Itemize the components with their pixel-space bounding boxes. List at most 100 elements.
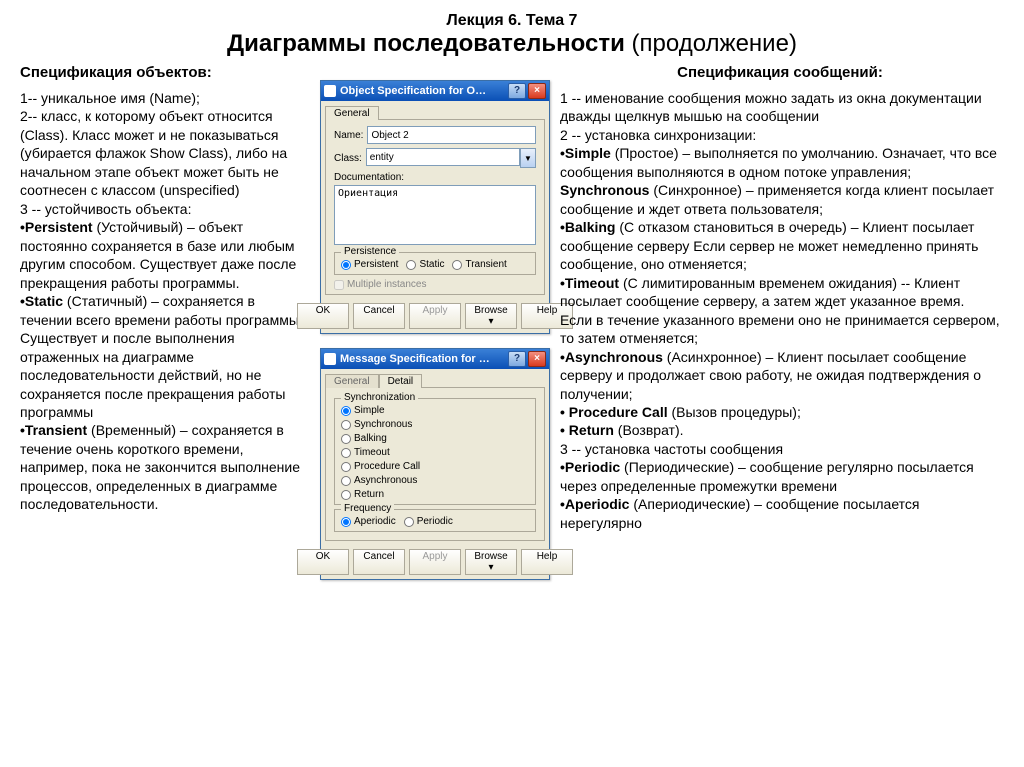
radio-balking[interactable]: Balking <box>341 433 529 444</box>
timeout-text: (С лимитированным временем ожидания) -- … <box>560 275 1000 346</box>
radio-periodic-label: Periodic <box>417 516 453 527</box>
static-item: •Static (Статичный) – сохраняется в тече… <box>20 292 310 421</box>
radio-procedure-call[interactable]: Procedure Call <box>341 461 529 472</box>
radio-simple[interactable]: Simple <box>341 405 529 416</box>
procedure-call-text: (Вызов процедуры); <box>668 404 801 420</box>
persistent-item: •Persistent (Устойчивый) – объект постоя… <box>20 218 310 292</box>
multiple-instances-check[interactable]: Multiple instances <box>334 279 536 290</box>
dropdown-icon[interactable]: ▼ <box>520 148 536 168</box>
right-column: Спецификация сообщений: 1 -- именование … <box>560 64 1000 532</box>
periodic-text: (Периодические) – сообщение регулярно по… <box>560 459 974 493</box>
return-text: (Возврат). <box>614 422 684 438</box>
title-main: Диаграммы последовательности <box>227 30 625 57</box>
class-field[interactable] <box>366 148 520 166</box>
msg-point-2: 2 -- установка синхронизации: <box>560 126 1000 144</box>
class-label: Class: <box>334 153 362 164</box>
synchronous-item: Synchronous (Синхронное) – применяется к… <box>560 181 1000 218</box>
radio-aperiodic[interactable]: Aperiodic <box>341 516 396 527</box>
frequency-legend: Frequency <box>341 503 394 514</box>
radio-procedure-call-label: Procedure Call <box>354 461 420 472</box>
periodic-item: •Periodic (Периодические) – сообщение ре… <box>560 458 1000 495</box>
radio-asynchronous[interactable]: Asynchronous <box>341 475 529 486</box>
obj-point-2: 2-- класс, к которому объект относится (… <box>20 107 310 199</box>
simple-item: •Simple (Простое) – выполняется по умолч… <box>560 144 1000 181</box>
radio-timeout-label: Timeout <box>354 447 390 458</box>
app-icon <box>324 353 336 365</box>
radio-balking-label: Balking <box>354 433 387 444</box>
obj-point-3: 3 -- устойчивость объекта: <box>20 200 310 218</box>
msg-point-3: 3 -- установка частоты сообщения <box>560 440 1000 458</box>
titlebar: Message Specification for … ? × <box>321 349 549 369</box>
obj-point-1: 1-- уникальное имя (Name); <box>20 89 310 107</box>
static-label: •Static <box>20 293 63 309</box>
balking-text: (С отказом становиться в очередь) – Клие… <box>560 219 978 272</box>
radio-transient[interactable]: Transient <box>452 259 506 270</box>
help-icon[interactable]: ? <box>508 351 526 367</box>
timeout-item: •Timeout (С лимитированным временем ожид… <box>560 274 1000 348</box>
transient-label: •Transient <box>20 422 87 438</box>
message-spec-window: Message Specification for … ? × General … <box>320 348 550 580</box>
radio-transient-label: Transient <box>465 259 506 270</box>
procedure-call-label: • Procedure Call <box>560 404 668 420</box>
apply-button[interactable]: Apply <box>409 303 461 329</box>
synchronous-label: Synchronous <box>560 182 649 198</box>
messages-spec-body: 1 -- именование сообщения можно задать и… <box>560 89 1000 532</box>
objects-spec-heading: Спецификация объектов: <box>20 64 310 81</box>
ok-button[interactable]: OK <box>297 549 349 575</box>
object-spec-window: Object Specification for O… ? × General … <box>320 80 550 334</box>
radio-aperiodic-label: Aperiodic <box>354 516 396 527</box>
asynchronous-item: •Asynchronous (Асинхронное) – Клиент пос… <box>560 348 1000 403</box>
messages-spec-heading: Спецификация сообщений: <box>560 64 1000 81</box>
persistent-label: •Persistent <box>20 219 93 235</box>
tab-detail[interactable]: Detail <box>379 374 423 388</box>
page-header: Лекция 6. Тема 7 Диаграммы последователь… <box>20 12 1004 58</box>
periodic-label: •Periodic <box>560 459 620 475</box>
close-icon[interactable]: × <box>528 83 546 99</box>
static-text: (Статичный) – сохраняется в течении всег… <box>20 293 303 420</box>
radio-static-label: Static <box>419 259 444 270</box>
return-label: • Return <box>560 422 614 438</box>
close-icon[interactable]: × <box>528 351 546 367</box>
name-field[interactable] <box>367 126 536 144</box>
radio-timeout[interactable]: Timeout <box>341 447 529 458</box>
documentation-label: Documentation: <box>334 172 536 183</box>
middle-column: Object Specification for O… ? × General … <box>320 64 550 594</box>
radio-synchronous-label: Synchronous <box>354 419 412 430</box>
balking-item: •Balking (С отказом становиться в очеред… <box>560 218 1000 273</box>
radio-persistent[interactable]: Persistent <box>341 259 398 270</box>
name-label: Name: <box>334 130 363 141</box>
browse-button[interactable]: Browse ▾ <box>465 549 517 575</box>
msg-point-1: 1 -- именование сообщения можно задать и… <box>560 89 1000 126</box>
radio-periodic[interactable]: Periodic <box>404 516 453 527</box>
asynchronous-label: •Asynchronous <box>560 349 663 365</box>
ok-button[interactable]: OK <box>297 303 349 329</box>
radio-persistent-label: Persistent <box>354 259 398 270</box>
tab-general[interactable]: General <box>325 106 379 120</box>
titlebar: Object Specification for O… ? × <box>321 81 549 101</box>
apply-button[interactable]: Apply <box>409 549 461 575</box>
browse-button[interactable]: Browse ▾ <box>465 303 517 329</box>
window-title: Message Specification for … <box>340 353 508 365</box>
radio-return[interactable]: Return <box>341 489 529 500</box>
title-continuation: (продолжение) <box>625 30 797 57</box>
objects-spec-body: 1-- уникальное имя (Name); 2-- класс, к … <box>20 89 310 514</box>
help-button[interactable]: Help <box>521 549 573 575</box>
timeout-label: •Timeout <box>560 275 619 291</box>
simple-label: •Simple <box>560 145 611 161</box>
radio-synchronous[interactable]: Synchronous <box>341 419 529 430</box>
left-column: Спецификация объектов: 1-- уникальное им… <box>20 64 310 514</box>
cancel-button[interactable]: Cancel <box>353 549 405 575</box>
radio-asynchronous-label: Asynchronous <box>354 475 417 486</box>
window-title: Object Specification for O… <box>340 85 508 97</box>
tab-general[interactable]: General <box>325 374 379 388</box>
cancel-button[interactable]: Cancel <box>353 303 405 329</box>
multiple-instances-label: Multiple instances <box>347 279 426 290</box>
aperiodic-item: •Aperiodic (Апериодические) – сообщение … <box>560 495 1000 532</box>
radio-static[interactable]: Static <box>406 259 444 270</box>
simple-text: (Простое) – выполняется по умолчанию. Оз… <box>560 145 997 179</box>
balking-label: •Balking <box>560 219 615 235</box>
help-icon[interactable]: ? <box>508 83 526 99</box>
app-icon <box>324 85 336 97</box>
radio-return-label: Return <box>354 489 384 500</box>
documentation-field[interactable]: Ориентация <box>334 185 536 245</box>
